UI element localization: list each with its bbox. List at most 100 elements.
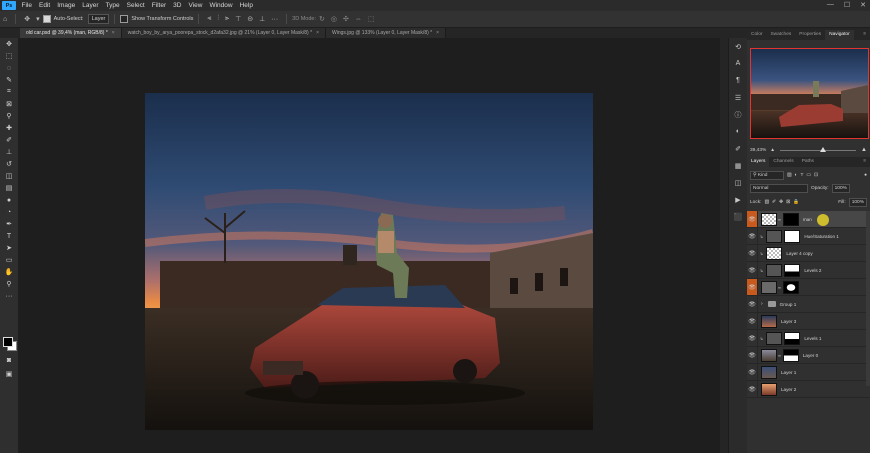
layer-row-layer-1[interactable]: 👁 Layer 1 [747, 364, 870, 381]
close-icon[interactable]: × [316, 30, 319, 36]
lasso-icon[interactable]: ◌ [0, 62, 18, 74]
align-center-icon[interactable]: ⫶ [217, 15, 219, 23]
eyedropper-icon[interactable]: ⚲ [0, 110, 18, 122]
menu-window[interactable]: Window [206, 2, 236, 9]
gradient-icon[interactable]: ▤ [0, 182, 18, 194]
visibility-eye-icon[interactable]: 👁 [747, 381, 758, 397]
layer-row-layer-3[interactable]: 👁 Layer 3 [747, 313, 870, 330]
navigator-thumbnail[interactable] [750, 48, 869, 139]
quick-select-icon[interactable]: ✎ [0, 74, 18, 86]
lock-move-icon[interactable]: ✥ [779, 200, 783, 205]
layer-name[interactable]: man [803, 217, 812, 222]
layer-row-group-1[interactable]: 👁 › Group 1 [747, 296, 870, 313]
3d-pan-icon[interactable]: ✣ [343, 15, 349, 23]
align-left-icon[interactable]: ⫷ [207, 15, 211, 23]
document-image[interactable] [145, 93, 593, 430]
lock-all-icon[interactable]: 🔒 [793, 200, 799, 205]
lock-artboard-icon[interactable]: ⊠ [786, 200, 790, 205]
transform-controls-checkbox[interactable] [120, 15, 129, 23]
tab-old-car[interactable]: old car.psd @ 39,4% (man, RGB/8) * × [20, 28, 122, 38]
swatches-icon[interactable]: ▦ [729, 157, 747, 174]
quick-mask-icon[interactable]: ◙ [0, 354, 18, 366]
filter-type-icon[interactable]: T [800, 173, 803, 178]
menu-type[interactable]: Type [102, 2, 123, 9]
visibility-eye-icon[interactable]: 👁 [747, 313, 758, 329]
tab-properties[interactable]: Properties [795, 30, 825, 40]
layers-scrollbar[interactable] [866, 211, 870, 386]
zoom-in-icon[interactable]: ▲ [861, 147, 867, 153]
menu-layer[interactable]: Layer [79, 2, 102, 9]
chevron-down-icon[interactable]: ▾ [36, 15, 40, 23]
styles-icon[interactable]: ⬛ [729, 208, 747, 225]
layer-name[interactable]: Levels 2 [804, 268, 821, 273]
3d-roll-icon[interactable]: ◎ [331, 15, 337, 23]
menu-filter[interactable]: Filter [148, 2, 169, 9]
stamp-icon[interactable]: ⊥ [0, 146, 18, 158]
align-right-icon[interactable]: ⫸ [225, 15, 229, 23]
menu-select[interactable]: Select [123, 2, 148, 9]
paragraph-icon[interactable]: ¶ [729, 72, 747, 89]
eraser-icon[interactable]: ◫ [0, 170, 18, 182]
align-top-icon[interactable]: ⊤ [235, 15, 241, 23]
hand-icon[interactable]: ✋ [0, 266, 18, 278]
rectangle-icon[interactable]: ▭ [0, 254, 18, 266]
visibility-eye-icon[interactable]: 👁 [747, 262, 758, 278]
panel-menu-icon[interactable]: ≡ [859, 30, 870, 40]
layer-mask-thumbnail[interactable] [784, 331, 801, 345]
visibility-eye-icon[interactable]: 👁 [747, 330, 758, 346]
layer-name[interactable]: Layer 2 [781, 387, 796, 392]
align-middle-icon[interactable]: ⊝ [247, 15, 253, 23]
actions-icon[interactable]: ▶ [729, 191, 747, 208]
adjustments-icon[interactable]: ◐ [729, 123, 747, 140]
move-icon[interactable]: ✥ [0, 38, 18, 50]
filter-pixel-icon[interactable]: ▨ [787, 173, 792, 178]
layer-name[interactable]: Layer 4 copy [786, 251, 812, 256]
tab-navigator[interactable]: Navigator [825, 30, 854, 40]
character-icon[interactable]: A [729, 55, 747, 72]
tab-paths[interactable]: Paths [798, 157, 818, 167]
visibility-eye-icon[interactable]: 👁 [747, 296, 758, 312]
maximize-button[interactable]: ☐ [844, 1, 850, 9]
blur-icon[interactable]: ● [0, 194, 18, 206]
menu-edit[interactable]: Edit [35, 2, 53, 9]
menu-file[interactable]: File [18, 2, 35, 9]
zoom-out-icon[interactable]: ▲ [770, 148, 775, 153]
visibility-eye-icon[interactable]: 👁 [747, 347, 758, 363]
menu-view[interactable]: View [185, 2, 206, 9]
close-icon[interactable]: × [436, 30, 439, 36]
layer-row-layer-4-copy[interactable]: 👁 ↳ Layer 4 copy [747, 245, 870, 262]
blend-mode-dropdown[interactable]: Normal [750, 184, 808, 193]
tab-watch-boy[interactable]: watch_boy_by_arya_poorepa_stock_d2afa32.… [121, 28, 326, 38]
pen-icon[interactable]: ✒ [0, 218, 18, 230]
zoom-value[interactable]: 39,43% [750, 148, 766, 153]
zoom-slider-knob[interactable] [819, 146, 826, 152]
visibility-eye-icon[interactable]: 👁 [747, 364, 758, 380]
path-select-icon[interactable]: ➤ [0, 242, 18, 254]
layer-mask-thumbnail[interactable] [784, 263, 801, 277]
menu-help[interactable]: Help [236, 2, 256, 9]
marquee-icon[interactable]: ⬚ [0, 50, 18, 62]
layer-row-layer-0[interactable]: 👁 ∞ Layer 0 [747, 347, 870, 364]
frame-icon[interactable]: ⊠ [0, 98, 18, 110]
chevron-right-icon[interactable]: › [761, 301, 763, 307]
tab-layers[interactable]: Layers [747, 157, 770, 167]
layer-name[interactable]: Levels 1 [804, 336, 821, 341]
layer-row-smart-object[interactable]: 👁 ∞ [747, 279, 870, 296]
3d-slide-icon[interactable]: ⇔ [355, 16, 362, 23]
zoom-icon[interactable]: ⚲ [0, 278, 18, 290]
filter-shape-icon[interactable]: ▭ [806, 173, 811, 178]
screen-mode-icon[interactable]: ▣ [0, 368, 18, 380]
layer-row-man[interactable]: 👁 ∞ man [747, 211, 870, 228]
visibility-eye-icon[interactable]: 👁 [747, 279, 758, 295]
filter-smart-icon[interactable]: ⊡ [814, 173, 818, 178]
healing-icon[interactable]: ✚ [0, 122, 18, 134]
crop-icon[interactable]: ⌗ [0, 86, 18, 98]
info-icon[interactable]: ⓘ [729, 106, 747, 123]
home-icon[interactable]: ⌂ [3, 16, 7, 23]
lock-brush-icon[interactable]: ✐ [772, 200, 776, 205]
tab-wings[interactable]: Wings.jpg @ 133% (Layer 0, Layer Mask/8)… [325, 28, 447, 38]
auto-select-checkbox[interactable] [42, 15, 51, 23]
more-icon[interactable]: ··· [0, 290, 18, 302]
layer-name[interactable]: Layer 0 [803, 353, 818, 358]
layer-row-layer-2[interactable]: 👁 Layer 2 [747, 381, 870, 398]
